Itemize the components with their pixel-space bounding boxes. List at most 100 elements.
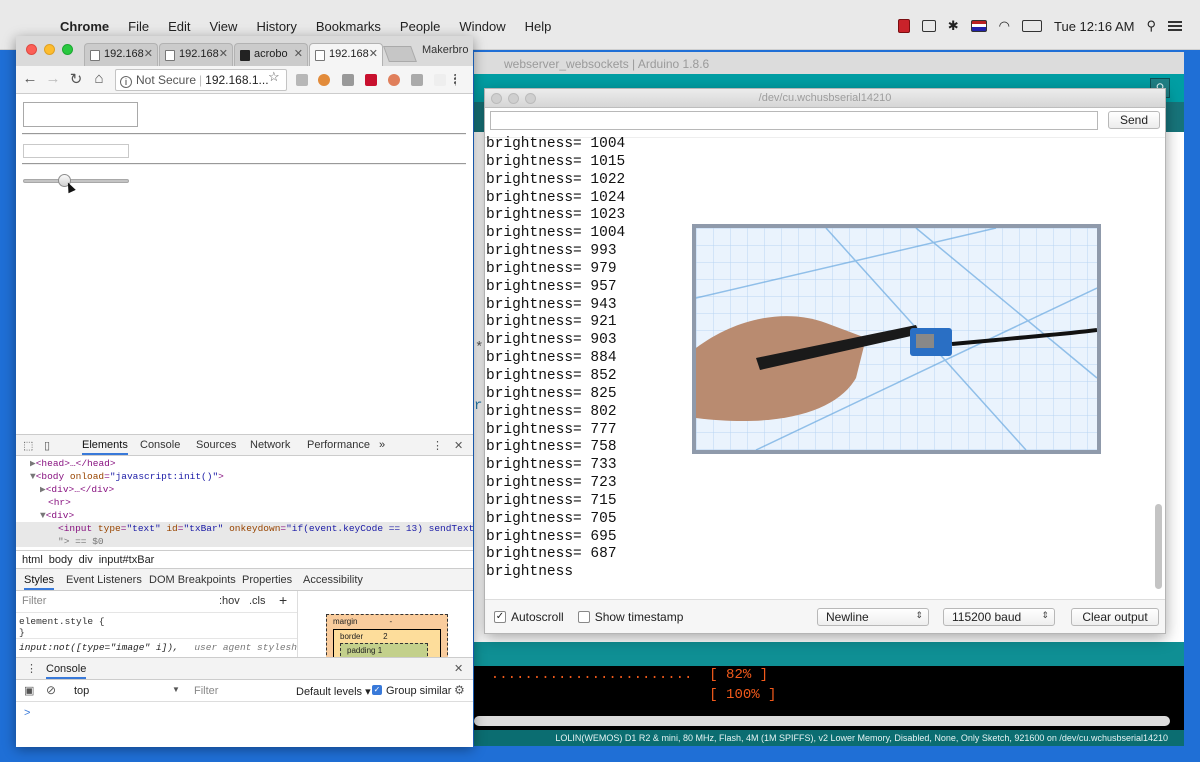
dom-node-div[interactable]: ▶<div>…</div> bbox=[16, 483, 473, 496]
extension-orange-icon[interactable] bbox=[318, 74, 330, 86]
tab-network[interactable]: Network bbox=[250, 439, 290, 451]
close-drawer-icon[interactable]: ✕ bbox=[454, 662, 463, 675]
close-tab-icon[interactable]: ✕ bbox=[294, 47, 303, 60]
close-devtools-icon[interactable]: ✕ bbox=[454, 439, 463, 452]
more-tabs-button[interactable]: » bbox=[379, 439, 385, 451]
screen-record-icon[interactable] bbox=[897, 19, 910, 33]
show-timestamp-checkbox[interactable] bbox=[577, 610, 590, 623]
extension-new-icon[interactable] bbox=[411, 74, 423, 86]
element-style-rule[interactable]: element.style { bbox=[16, 613, 297, 627]
dom-node-body[interactable]: ▼<body onload="javascript:init()"> bbox=[16, 470, 473, 483]
autoscroll-checkbox[interactable]: ✓ bbox=[494, 610, 506, 623]
baud-rate-select[interactable]: 115200 baud ⇕ bbox=[943, 608, 1055, 626]
menu-history[interactable]: History bbox=[256, 19, 296, 34]
brightness-slider[interactable] bbox=[23, 179, 129, 183]
add-rule-icon[interactable]: + bbox=[279, 592, 287, 608]
menu-help[interactable]: Help bbox=[525, 19, 552, 34]
extension-code-icon[interactable] bbox=[296, 74, 308, 86]
spotlight-search-icon[interactable]: ⚲ bbox=[1146, 18, 1156, 34]
styles-filter-input[interactable]: Filter bbox=[22, 595, 46, 607]
bookmark-star-icon[interactable]: ☆ bbox=[268, 69, 280, 85]
tab-dom-breakpoints[interactable]: DOM Breakpoints bbox=[149, 574, 236, 586]
close-tab-icon[interactable]: ✕ bbox=[219, 47, 228, 60]
breadcrumb-input[interactable]: input#txBar bbox=[99, 554, 155, 566]
dom-node-hr[interactable]: <hr> bbox=[16, 496, 473, 509]
new-tab-button[interactable] bbox=[383, 46, 417, 62]
drawer-menu-icon[interactable]: ⋮ bbox=[26, 662, 37, 675]
back-arrow-icon[interactable]: ← bbox=[21, 70, 39, 87]
box-margin-value[interactable]: - bbox=[389, 617, 392, 626]
menu-app-name[interactable]: Chrome bbox=[60, 19, 109, 34]
profile-button[interactable]: Makerbro bbox=[422, 44, 468, 56]
tab-event-listeners[interactable]: Event Listeners bbox=[66, 574, 142, 586]
browser-tab[interactable]: 192.168 ✕ bbox=[84, 43, 158, 66]
devtools-menu-icon[interactable]: ⋮ bbox=[432, 439, 443, 452]
context-dropdown-icon[interactable]: ▼ bbox=[172, 685, 180, 694]
menu-view[interactable]: View bbox=[209, 19, 237, 34]
breadcrumb-body[interactable]: body bbox=[49, 554, 73, 566]
menu-file[interactable]: File bbox=[128, 19, 149, 34]
line-ending-select[interactable]: Newline ⇕ bbox=[817, 608, 929, 626]
breadcrumb-html[interactable]: html bbox=[22, 554, 43, 566]
menu-clock[interactable]: Tue 12:16 AM bbox=[1054, 19, 1134, 34]
zoom-window-button[interactable] bbox=[525, 93, 536, 104]
hover-state-toggle[interactable]: :hov bbox=[219, 595, 240, 607]
drawer-tab-console[interactable]: Console bbox=[46, 663, 87, 679]
dom-tree[interactable]: ▶<head>…</head> ▼<body onload="javascrip… bbox=[16, 456, 473, 547]
browser-tab[interactable]: acrobo ✕ bbox=[234, 43, 308, 66]
serial-send-input[interactable] bbox=[490, 111, 1098, 130]
box-border-value[interactable]: 2 bbox=[383, 632, 387, 641]
txbar-input[interactable] bbox=[23, 144, 129, 158]
airplay-icon[interactable] bbox=[921, 20, 936, 32]
extension-gray-icon[interactable] bbox=[342, 74, 354, 86]
zoom-window-button[interactable] bbox=[62, 44, 73, 55]
clear-console-icon[interactable]: ⊘ bbox=[46, 683, 56, 697]
console-prompt[interactable]: > bbox=[16, 702, 473, 719]
breadcrumb-div[interactable]: div bbox=[79, 554, 93, 566]
serial-output-scrollbar[interactable] bbox=[1155, 504, 1162, 589]
tab-console[interactable]: Console bbox=[140, 439, 180, 451]
tab-performance[interactable]: Performance bbox=[307, 439, 370, 451]
group-similar-checkbox[interactable]: ✓ bbox=[372, 685, 382, 695]
menu-edit[interactable]: Edit bbox=[168, 19, 190, 34]
forward-arrow-icon[interactable]: → bbox=[44, 70, 62, 87]
clear-output-button[interactable]: Clear output bbox=[1071, 608, 1159, 626]
device-toolbar-icon[interactable]: ▯ bbox=[44, 439, 50, 452]
battery-icon[interactable] bbox=[1022, 20, 1042, 32]
send-button[interactable]: Send bbox=[1108, 111, 1160, 129]
minimize-window-button[interactable] bbox=[44, 44, 55, 55]
tab-sources[interactable]: Sources bbox=[196, 439, 236, 451]
dom-node-head[interactable]: ▶<head>…</head> bbox=[16, 457, 473, 470]
tab-elements[interactable]: Elements bbox=[82, 439, 128, 455]
extension-blank-icon[interactable] bbox=[434, 74, 446, 86]
message-textarea[interactable] bbox=[23, 102, 138, 127]
inspect-element-icon[interactable]: ⬚ bbox=[23, 439, 33, 452]
home-icon[interactable]: ⌂ bbox=[90, 70, 108, 87]
reload-icon[interactable]: ↻ bbox=[67, 70, 85, 88]
dom-node-div[interactable]: ▼<div> bbox=[16, 509, 473, 522]
tab-accessibility[interactable]: Accessibility bbox=[303, 574, 363, 586]
notification-center-icon[interactable] bbox=[1168, 21, 1182, 31]
class-toggle[interactable]: .cls bbox=[249, 595, 266, 607]
us-flag-icon[interactable] bbox=[970, 20, 987, 32]
wifi-icon[interactable]: ◠ bbox=[999, 18, 1010, 34]
tab-styles[interactable]: Styles bbox=[24, 574, 54, 590]
chrome-menu-icon[interactable] bbox=[454, 74, 457, 86]
browser-tab-active[interactable]: 192.168 ✕ bbox=[309, 43, 383, 66]
log-levels-select[interactable]: Default levels ▾ bbox=[296, 685, 371, 698]
close-window-button[interactable] bbox=[26, 44, 37, 55]
close-tab-icon[interactable]: ✕ bbox=[369, 47, 378, 60]
ublock-icon[interactable] bbox=[365, 74, 377, 86]
console-horizontal-scrollbar[interactable] bbox=[474, 716, 1170, 726]
console-filter-input[interactable]: Filter bbox=[194, 685, 218, 697]
menu-people[interactable]: People bbox=[400, 19, 440, 34]
minimize-window-button[interactable] bbox=[508, 93, 519, 104]
menu-bookmarks[interactable]: Bookmarks bbox=[316, 19, 381, 34]
close-window-button[interactable] bbox=[491, 93, 502, 104]
console-settings-gear-icon[interactable]: ⚙ bbox=[454, 683, 465, 697]
dom-node-input-selected[interactable]: <input type="text" id="txBar" onkeydown=… bbox=[16, 522, 473, 535]
sidebar-toggle-icon[interactable]: ▣ bbox=[24, 684, 34, 697]
close-tab-icon[interactable]: ✕ bbox=[144, 47, 153, 60]
info-icon[interactable]: i bbox=[120, 76, 132, 88]
context-select[interactable]: top bbox=[74, 685, 89, 697]
